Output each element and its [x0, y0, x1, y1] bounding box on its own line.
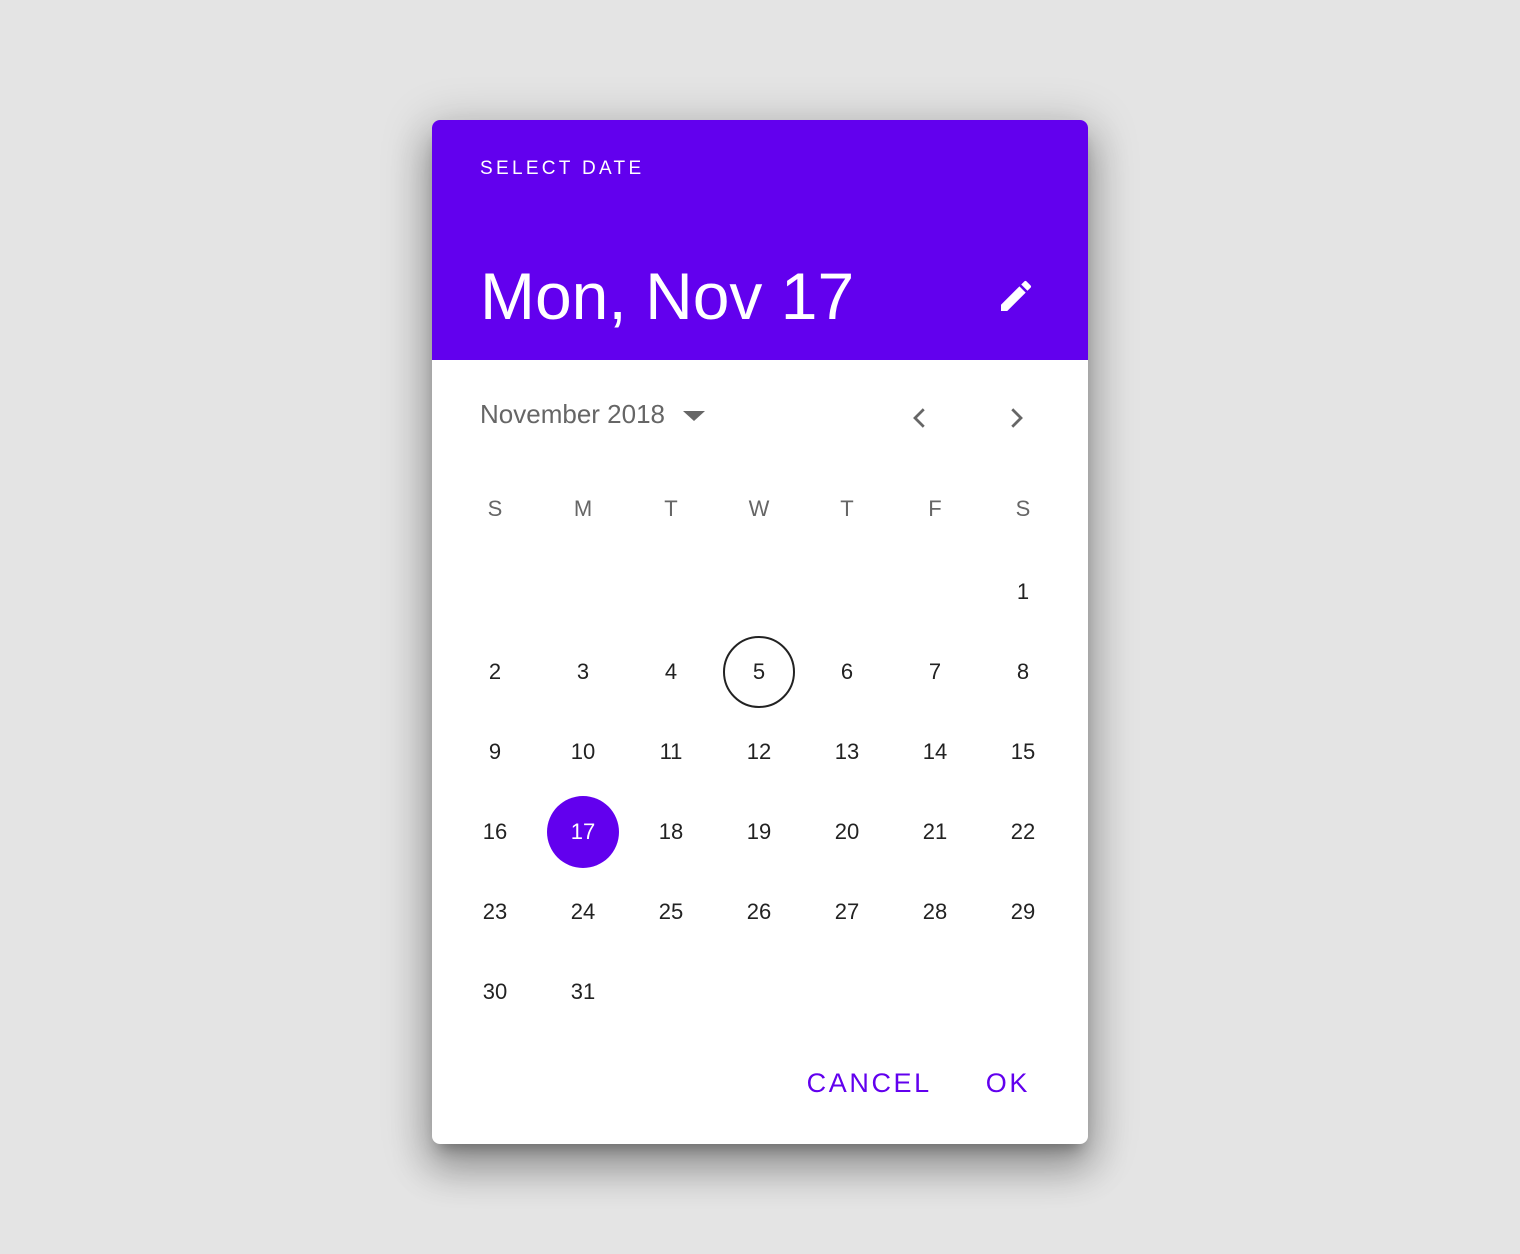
- day-cell[interactable]: 10: [547, 716, 619, 788]
- day-cell[interactable]: 19: [723, 796, 795, 868]
- day-cell[interactable]: 22: [987, 796, 1059, 868]
- weekday-label: F: [928, 496, 942, 521]
- header-label: SELECT DATE: [480, 158, 645, 179]
- dialog-header: SELECT DATE Mon, Nov 17: [432, 120, 1088, 360]
- day-cell[interactable]: 28: [899, 876, 971, 948]
- dialog-actions: CANCEL OK: [789, 1060, 1048, 1107]
- day-cell-selected[interactable]: 17: [547, 796, 619, 868]
- day-cell[interactable]: 24: [547, 876, 619, 948]
- selected-date-display: Mon, Nov 17: [480, 259, 855, 333]
- day-cell[interactable]: 1: [987, 556, 1059, 628]
- day-cell[interactable]: 20: [811, 796, 883, 868]
- chevron-left-icon: [913, 408, 925, 428]
- day-cell[interactable]: 14: [899, 716, 971, 788]
- day-cell[interactable]: 27: [811, 876, 883, 948]
- date-picker-dialog: SELECT DATE Mon, Nov 17 November 2018 S M…: [432, 120, 1088, 1144]
- caret-down-icon: [683, 411, 705, 421]
- day-cell[interactable]: 15: [987, 716, 1059, 788]
- month-year-selector[interactable]: November 2018: [480, 394, 705, 434]
- previous-month-button[interactable]: [896, 394, 944, 442]
- day-cell[interactable]: 25: [635, 876, 707, 948]
- weekday-label: M: [573, 496, 593, 521]
- edit-date-button[interactable]: [992, 272, 1040, 320]
- day-cell[interactable]: 8: [987, 636, 1059, 708]
- day-cell[interactable]: 9: [459, 716, 531, 788]
- month-year-label: November 2018: [480, 398, 665, 429]
- day-cell[interactable]: 31: [547, 956, 619, 1028]
- day-cell[interactable]: 16: [459, 796, 531, 868]
- day-cell[interactable]: 26: [723, 876, 795, 948]
- day-cell[interactable]: 18: [635, 796, 707, 868]
- ok-button[interactable]: OK: [968, 1060, 1048, 1107]
- cancel-button[interactable]: CANCEL: [789, 1060, 950, 1107]
- day-cell[interactable]: 3: [547, 636, 619, 708]
- day-cell[interactable]: 30: [459, 956, 531, 1028]
- chevron-right-icon: [1011, 408, 1023, 428]
- day-cell[interactable]: 13: [811, 716, 883, 788]
- day-cell-today[interactable]: 5: [723, 636, 795, 708]
- day-cell[interactable]: 4: [635, 636, 707, 708]
- day-cell[interactable]: 29: [987, 876, 1059, 948]
- pencil-icon: [1001, 280, 1032, 311]
- day-cell[interactable]: 21: [899, 796, 971, 868]
- weekday-label: S: [1015, 496, 1031, 521]
- day-cell[interactable]: 6: [811, 636, 883, 708]
- day-cell[interactable]: 23: [459, 876, 531, 948]
- weekday-label: T: [664, 496, 678, 521]
- weekday-label: T: [840, 496, 854, 521]
- day-cell[interactable]: 7: [899, 636, 971, 708]
- day-cell[interactable]: 12: [723, 716, 795, 788]
- day-cell[interactable]: 2: [459, 636, 531, 708]
- day-cell[interactable]: 11: [635, 716, 707, 788]
- weekday-label: S: [487, 496, 503, 521]
- weekday-label: W: [748, 496, 770, 521]
- next-month-button[interactable]: [992, 394, 1040, 442]
